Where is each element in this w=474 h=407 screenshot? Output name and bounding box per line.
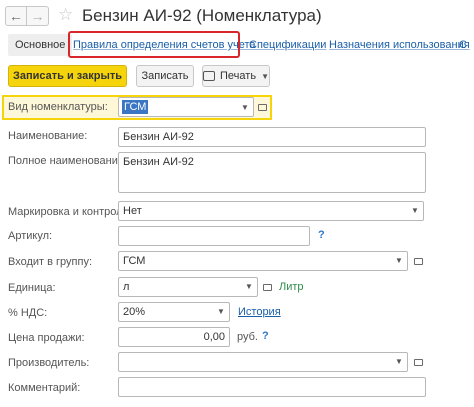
page-title: Бензин АИ-92 (Номенклатура) [82, 6, 322, 25]
toolbar: Записать и закрыть Записать Печать ▼ [0, 65, 474, 89]
kind-value: ГСМ [122, 100, 149, 114]
tab-more[interactable]: С [459, 34, 467, 56]
history-link[interactable]: История [238, 306, 281, 318]
title-bar: ← → ☆ Бензин АИ-92 (Номенклатура) [0, 0, 474, 32]
open-icon[interactable] [253, 97, 271, 117]
vat-label: % НДС: [8, 307, 48, 319]
marking-select[interactable]: Нет ▼ [118, 201, 424, 221]
group-label: Входит в группу: [8, 256, 92, 268]
article-field[interactable] [118, 226, 310, 246]
chevron-down-icon[interactable]: ▼ [391, 353, 407, 371]
unit-label: Единица: [8, 282, 56, 294]
currency-label: руб. [237, 331, 258, 343]
arrow-right-icon[interactable]: → [27, 6, 49, 26]
arrow-left-icon[interactable]: ← [5, 6, 27, 26]
manufacturer-select[interactable]: ▼ [118, 352, 408, 372]
comment-label: Комментарий: [8, 382, 81, 394]
name-label: Наименование: [8, 130, 88, 142]
help-icon[interactable]: ? [262, 330, 269, 342]
highlight-annotation [68, 31, 240, 58]
help-icon[interactable]: ? [318, 229, 325, 241]
chevron-down-icon: ▼ [261, 71, 269, 81]
open-icon[interactable] [258, 277, 276, 297]
chevron-down-icon[interactable]: ▼ [241, 278, 257, 296]
open-icon[interactable] [409, 352, 427, 372]
open-icon[interactable] [409, 251, 427, 271]
comment-field[interactable] [118, 377, 426, 397]
save-and-close-button[interactable]: Записать и закрыть [8, 65, 127, 87]
manufacturer-label: Производитель: [8, 357, 90, 369]
kind-label: Вид номенклатуры: [8, 101, 108, 113]
chevron-down-icon[interactable]: ▼ [407, 202, 423, 220]
full-name-label: Полное наименование: [8, 155, 128, 167]
unit-select[interactable]: л ▼ [118, 277, 258, 297]
marking-label: Маркировка и контроль: [8, 206, 132, 218]
name-field[interactable]: Бензин АИ-92 [118, 127, 426, 147]
group-value: ГСМ [123, 255, 146, 267]
unit-hint: Литр [279, 281, 304, 293]
price-field[interactable]: 0,00 [118, 327, 230, 347]
group-select[interactable]: ГСМ ▼ [118, 251, 408, 271]
save-button[interactable]: Записать [136, 65, 194, 87]
chevron-down-icon[interactable]: ▼ [213, 303, 229, 321]
tab-usage-assignments[interactable]: Назначения использования [329, 34, 470, 56]
tab-specifications[interactable]: Спецификации [249, 34, 326, 56]
article-label: Артикул: [8, 230, 53, 242]
kind-select[interactable]: ГСМ ▼ [118, 97, 254, 117]
vat-value: 20% [123, 306, 146, 318]
unit-value: л [123, 281, 130, 293]
tab-main[interactable]: Основное [8, 34, 73, 56]
chevron-down-icon[interactable]: ▼ [391, 252, 407, 270]
printer-icon [203, 71, 216, 81]
chevron-down-icon[interactable]: ▼ [237, 98, 253, 116]
print-button[interactable]: Печать ▼ [202, 65, 270, 87]
vat-select[interactable]: 20% ▼ [118, 302, 230, 322]
full-name-field[interactable]: Бензин АИ-92 [118, 152, 426, 193]
marking-value: Нет [123, 205, 142, 217]
price-label: Цена продажи: [8, 332, 85, 344]
star-icon[interactable]: ☆ [58, 5, 73, 25]
print-label: Печать [220, 70, 257, 82]
